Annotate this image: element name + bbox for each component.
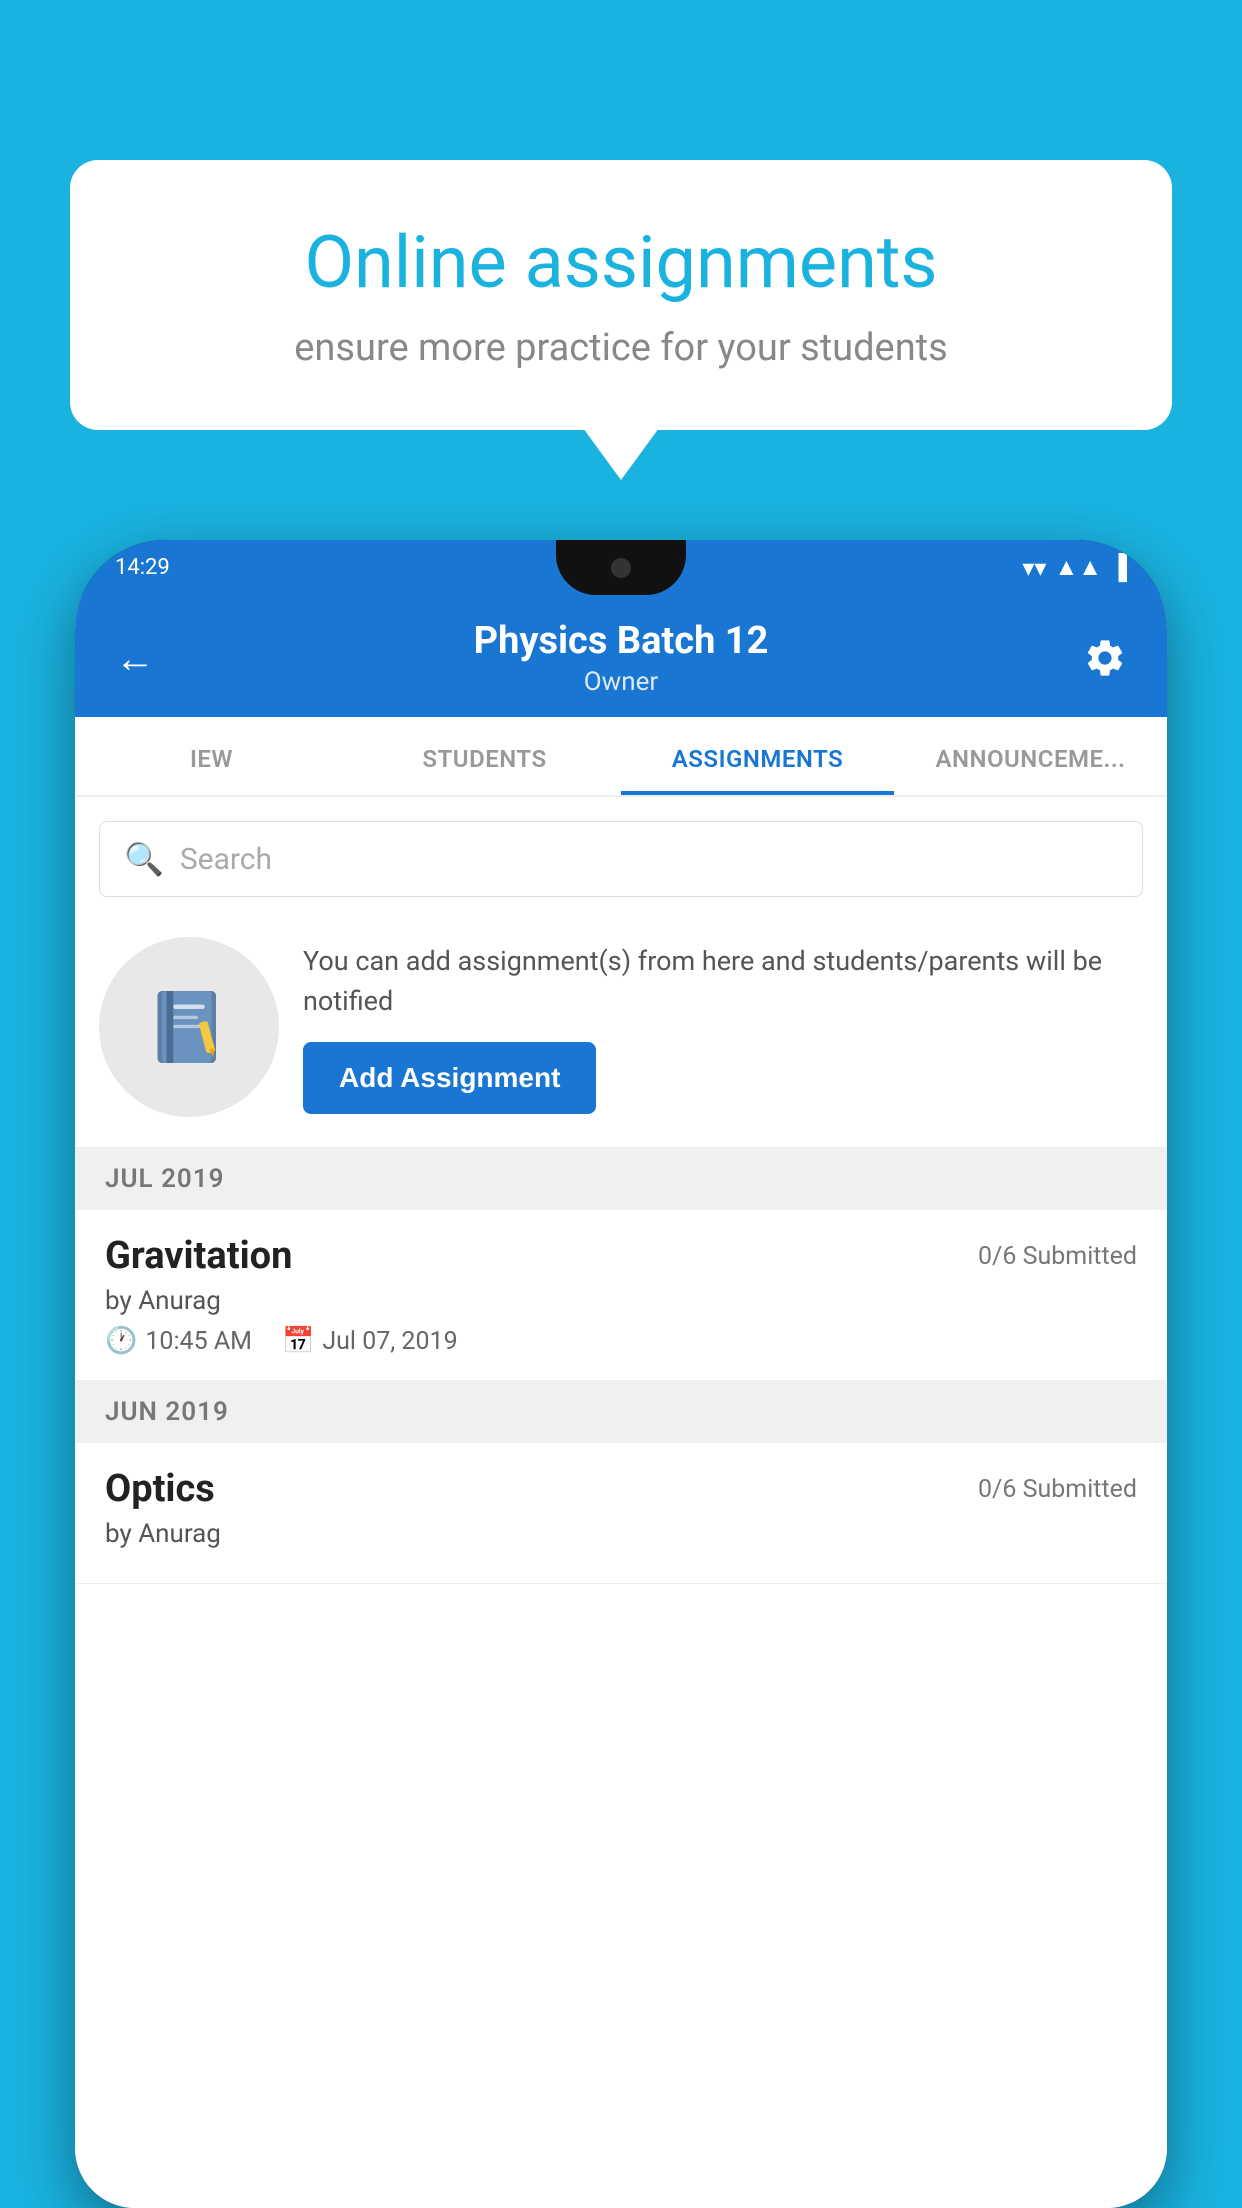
- assignment-submitted: 0/6 Submitted: [978, 1242, 1137, 1271]
- search-input[interactable]: Search: [180, 842, 272, 877]
- status-icons: ▾▾ ▲▲ ▐: [1022, 553, 1127, 582]
- assignment-meta: 🕐 10:45 AM 📅 Jul 07, 2019: [105, 1326, 1137, 1356]
- wifi-icon: ▾▾: [1022, 554, 1046, 582]
- back-button[interactable]: ←: [115, 635, 175, 682]
- assignment-submitted-optics: 0/6 Submitted: [978, 1475, 1137, 1504]
- promo-text-block: You can add assignment(s) from here and …: [303, 941, 1143, 1114]
- promo-section: You can add assignment(s) from here and …: [75, 917, 1167, 1148]
- clock-icon: 🕐: [105, 1326, 137, 1356]
- signal-icon: ▲▲: [1054, 553, 1102, 582]
- assignment-top-row-optics: Optics 0/6 Submitted: [105, 1467, 1137, 1511]
- header-title-block: Physics Batch 12 Owner: [175, 619, 1067, 697]
- assignment-title: Gravitation: [105, 1234, 292, 1278]
- search-icon: 🔍: [124, 840, 164, 878]
- notch: [556, 540, 686, 595]
- section-header-jun: JUN 2019: [75, 1381, 1167, 1443]
- time-display: 14:29: [115, 555, 170, 580]
- tab-iew[interactable]: IEW: [75, 717, 348, 795]
- camera: [611, 558, 631, 578]
- speech-bubble-title: Online assignments: [140, 220, 1102, 306]
- header-subtitle: Owner: [175, 667, 1067, 697]
- search-bar[interactable]: 🔍 Search: [99, 821, 1143, 897]
- promo-icon-circle: [99, 937, 279, 1117]
- tab-students[interactable]: STUDENTS: [348, 717, 621, 795]
- gear-icon: [1083, 636, 1127, 680]
- assignment-by: by Anurag: [105, 1286, 1137, 1316]
- promo-description: You can add assignment(s) from here and …: [303, 941, 1143, 1022]
- speech-bubble: Online assignments ensure more practice …: [70, 160, 1172, 430]
- header-title: Physics Batch 12: [175, 619, 1067, 663]
- settings-button[interactable]: [1067, 636, 1127, 680]
- phone-frame: 14:29 ▾▾ ▲▲ ▐ ← Physics Batch 12 Owner: [75, 540, 1167, 2208]
- notebook-icon: [144, 982, 234, 1072]
- tab-bar: IEW STUDENTS ASSIGNMENTS ANNOUNCEME...: [75, 717, 1167, 797]
- speech-bubble-subtitle: ensure more practice for your students: [140, 326, 1102, 370]
- phone-body: ← Physics Batch 12 Owner IEW STUDENTS AS…: [75, 595, 1167, 2208]
- assignment-top-row: Gravitation 0/6 Submitted: [105, 1234, 1137, 1278]
- calendar-icon: 📅: [282, 1326, 314, 1356]
- assignment-date: 📅 Jul 07, 2019: [282, 1326, 458, 1356]
- section-header-jul: JUL 2019: [75, 1148, 1167, 1210]
- status-bar: 14:29 ▾▾ ▲▲ ▐: [75, 540, 1167, 595]
- assignment-item-optics[interactable]: Optics 0/6 Submitted by Anurag: [75, 1443, 1167, 1584]
- app-header: ← Physics Batch 12 Owner: [75, 595, 1167, 717]
- add-assignment-button[interactable]: Add Assignment: [303, 1042, 596, 1114]
- assignment-by-optics: by Anurag: [105, 1519, 1137, 1549]
- assignment-time: 🕐 10:45 AM: [105, 1326, 252, 1356]
- assignment-item-gravitation[interactable]: Gravitation 0/6 Submitted by Anurag 🕐 10…: [75, 1210, 1167, 1381]
- tab-assignments[interactable]: ASSIGNMENTS: [621, 717, 894, 795]
- tab-announcements[interactable]: ANNOUNCEME...: [894, 717, 1167, 795]
- battery-icon: ▐: [1110, 553, 1127, 582]
- assignment-title-optics: Optics: [105, 1467, 215, 1511]
- screen-content: 🔍 Search: [75, 797, 1167, 2208]
